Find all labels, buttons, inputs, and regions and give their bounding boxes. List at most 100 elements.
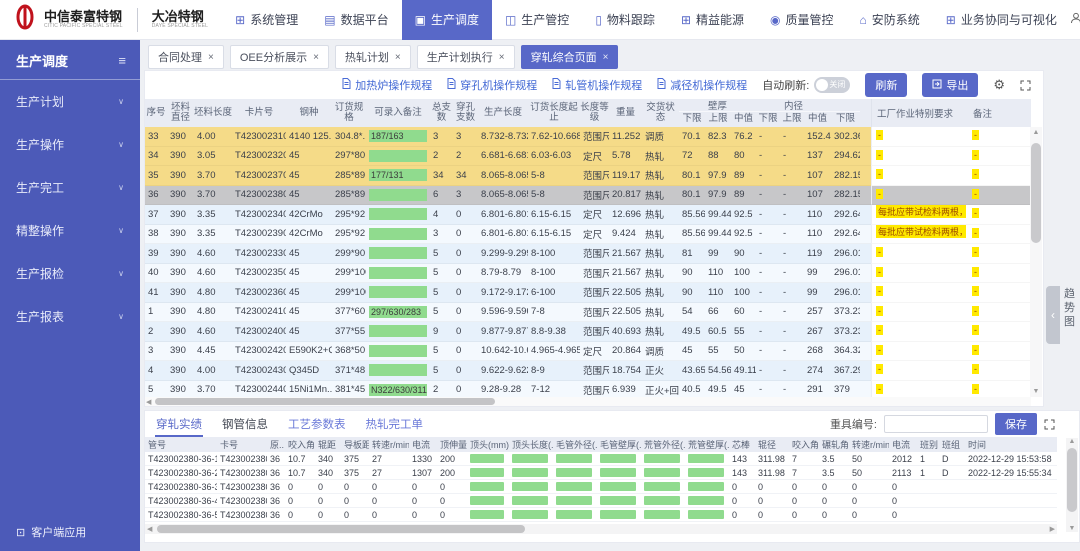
main-table-hscrollbar[interactable]: ◀: [145, 397, 1031, 406]
bottom-tab-钢管信息[interactable]: 钢管信息: [221, 411, 269, 437]
editable-remark-cell[interactable]: [369, 150, 427, 162]
table-row-pinned[interactable]: --: [871, 322, 1031, 342]
table-row[interactable]: T423002380-36-1T4230023803610.7340375271…: [145, 452, 1057, 466]
table-row[interactable]: 33904.45T423002420E590K2+QT368*505010.64…: [145, 342, 871, 362]
table-row[interactable]: T423002380-36-3T42300238036000000000000: [145, 480, 1057, 494]
sidebar-collapse-icon[interactable]: ≡: [118, 53, 126, 68]
editable-remark-cell[interactable]: [369, 286, 427, 298]
editable-remark-cell[interactable]: [369, 325, 427, 337]
main-table-vscrollbar[interactable]: ▲ ▼: [1030, 127, 1042, 397]
bottom-table-vscrollbar[interactable]: ▲ ▼: [1066, 438, 1078, 532]
table-row-pinned[interactable]: --: [871, 244, 1031, 264]
scroll-down-icon[interactable]: ▼: [1066, 525, 1078, 532]
nav-item-lean-energy[interactable]: ⊞精益能源: [668, 0, 757, 40]
scroll-left-icon[interactable]: ◀: [147, 525, 152, 533]
table-row[interactable]: T423002380-36-5T42300238036000000000000: [145, 508, 1057, 522]
scroll-down-icon[interactable]: ▼: [1030, 388, 1042, 395]
sidebar-item-production-operation[interactable]: 生产操作∨: [0, 123, 140, 166]
table-row-pinned[interactable]: --: [871, 361, 1031, 381]
editable-remark-cell[interactable]: [369, 345, 427, 357]
table-row-pinned[interactable]: --: [871, 127, 1031, 147]
table-row[interactable]: 353903.70T42300237045285*89177/13134348.…: [145, 166, 871, 186]
table-row[interactable]: 363903.70T42300238045285*89638.065-8.065…: [145, 186, 871, 206]
vscroll-thumb[interactable]: [1031, 143, 1041, 243]
editable-remark-cell[interactable]: [369, 247, 427, 259]
refresh-button[interactable]: 刷新: [865, 73, 907, 97]
tab-close-icon[interactable]: ×: [208, 52, 214, 63]
editable-remark-cell[interactable]: [369, 364, 427, 376]
procedure-link[interactable]: 减径机操作规程: [657, 77, 747, 93]
nav-item-system-mgmt[interactable]: ⊞系统管理: [222, 0, 311, 40]
editable-remark-cell[interactable]: [369, 267, 427, 279]
tab-close-icon[interactable]: ×: [603, 52, 609, 63]
table-row[interactable]: 343903.05T42300232045297*80226.681-6.681…: [145, 147, 871, 167]
table-row[interactable]: 373903.35T42300234042CrMo295*92.5406.801…: [145, 205, 871, 225]
table-row[interactable]: 23904.60T42300240045377*55909.877-9.8778…: [145, 322, 871, 342]
bottom-tab-工艺参数表[interactable]: 工艺参数表: [287, 411, 347, 437]
bottom-tab-热轧完工单[interactable]: 热轧完工单: [365, 411, 425, 437]
bottom-vscroll-thumb[interactable]: [1067, 448, 1077, 512]
tab-生产计划执行[interactable]: 生产计划执行×: [417, 45, 515, 69]
trend-panel-toggle[interactable]: ‹: [1046, 286, 1060, 344]
tab-close-icon[interactable]: ×: [313, 52, 319, 63]
auto-refresh-toggle[interactable]: 关闭: [814, 77, 850, 93]
procedure-link[interactable]: 加热炉操作规程: [342, 77, 432, 93]
editable-remark-cell[interactable]: [369, 228, 427, 240]
nav-item-biz-collaboration[interactable]: ⊞业务协同与可视化: [933, 0, 1070, 40]
table-row[interactable]: 43904.00T423002430Q345D371*48.5509.622-9…: [145, 361, 871, 381]
hscroll-thumb[interactable]: [155, 398, 495, 405]
editable-remark-cell[interactable]: N322/630/311: [369, 384, 427, 396]
table-row-pinned[interactable]: --: [871, 166, 1031, 186]
editable-remark-cell[interactable]: [369, 189, 427, 201]
bottom-table-hscrollbar[interactable]: ◀ ▶: [145, 524, 1057, 534]
table-row-pinned[interactable]: 每批应带试检料两根，在...-: [871, 225, 1031, 245]
editable-remark-cell[interactable]: 177/131: [369, 169, 427, 181]
scroll-up-icon[interactable]: ▲: [1030, 129, 1042, 136]
save-button[interactable]: 保存: [995, 413, 1037, 435]
table-row-pinned[interactable]: --: [871, 147, 1031, 167]
tab-穿轧综合页面[interactable]: 穿轧综合页面×: [521, 45, 619, 69]
table-row[interactable]: T423002380-36-4T42300238036000000000000: [145, 494, 1057, 508]
fullscreen-icon[interactable]: [1020, 80, 1031, 91]
nav-item-quality-control[interactable]: ◉质量管控: [757, 0, 847, 40]
tab-close-icon[interactable]: ×: [499, 52, 505, 63]
sidebar-item-production-inspection[interactable]: 生产报检∨: [0, 252, 140, 295]
nav-item-production-dispatch[interactable]: ▣生产调度: [402, 0, 492, 40]
editable-remark-cell[interactable]: 297/630/283: [369, 306, 427, 318]
table-row-pinned[interactable]: --: [871, 303, 1031, 323]
scroll-left-icon[interactable]: ◀: [146, 398, 151, 406]
table-row[interactable]: 383903.35T42300239042CrMo295*92.5306.801…: [145, 225, 871, 245]
user-menu[interactable]: yinshi, 您好!: [1070, 11, 1080, 28]
procedure-link[interactable]: 穿孔机操作规程: [447, 77, 537, 93]
sidebar-item-finishing-operation[interactable]: 精整操作∨: [0, 209, 140, 252]
nav-item-data-platform[interactable]: ▤数据平台: [311, 0, 401, 40]
sidebar-item-client-app[interactable]: ⊡ 客户端应用: [0, 519, 140, 545]
editable-remark-cell[interactable]: 187/163: [369, 130, 427, 142]
nav-item-material-tracking[interactable]: ▯物料跟踪: [582, 0, 668, 40]
scroll-up-icon[interactable]: ▲: [1066, 438, 1078, 445]
scroll-right-icon[interactable]: ▶: [1050, 525, 1055, 533]
gauge-number-input[interactable]: [884, 415, 988, 433]
bottom-tab-穿轧实绩[interactable]: 穿轧实绩: [155, 411, 203, 437]
tab-热轧计划[interactable]: 热轧计划×: [335, 45, 411, 69]
table-row-pinned[interactable]: 每批应带试检料两根，在...-: [871, 205, 1031, 225]
nav-item-production-control[interactable]: ◫生产管控: [492, 0, 582, 40]
table-row-pinned[interactable]: --: [871, 264, 1031, 284]
tab-合同处理[interactable]: 合同处理×: [148, 45, 224, 69]
sidebar-item-production-plan[interactable]: 生产计划∨: [0, 80, 140, 123]
table-row-pinned[interactable]: --: [871, 342, 1031, 362]
table-row-pinned[interactable]: --: [871, 186, 1031, 206]
sidebar-item-production-finish[interactable]: 生产完工∨: [0, 166, 140, 209]
table-row[interactable]: T423002380-36-2T4230023803610.7340375271…: [145, 466, 1057, 480]
settings-gear-icon[interactable]: ⚙: [993, 77, 1005, 93]
table-row[interactable]: 13904.80T42300241045377*60297/630/283509…: [145, 303, 871, 323]
procedure-link[interactable]: 轧管机操作规程: [552, 77, 642, 93]
editable-remark-cell[interactable]: [369, 208, 427, 220]
table-row[interactable]: 413904.80T42300236045299*100509.172-9.17…: [145, 283, 871, 303]
tab-close-icon[interactable]: ×: [395, 52, 401, 63]
table-row[interactable]: 393904.60T42300233045299*90509.299-9.299…: [145, 244, 871, 264]
table-row[interactable]: 403904.60T42300235045299*100508.79-8.798…: [145, 264, 871, 284]
table-row-pinned[interactable]: --: [871, 283, 1031, 303]
bottom-hscroll-thumb[interactable]: [157, 525, 525, 533]
sidebar-item-production-report[interactable]: 生产报表∨: [0, 295, 140, 338]
